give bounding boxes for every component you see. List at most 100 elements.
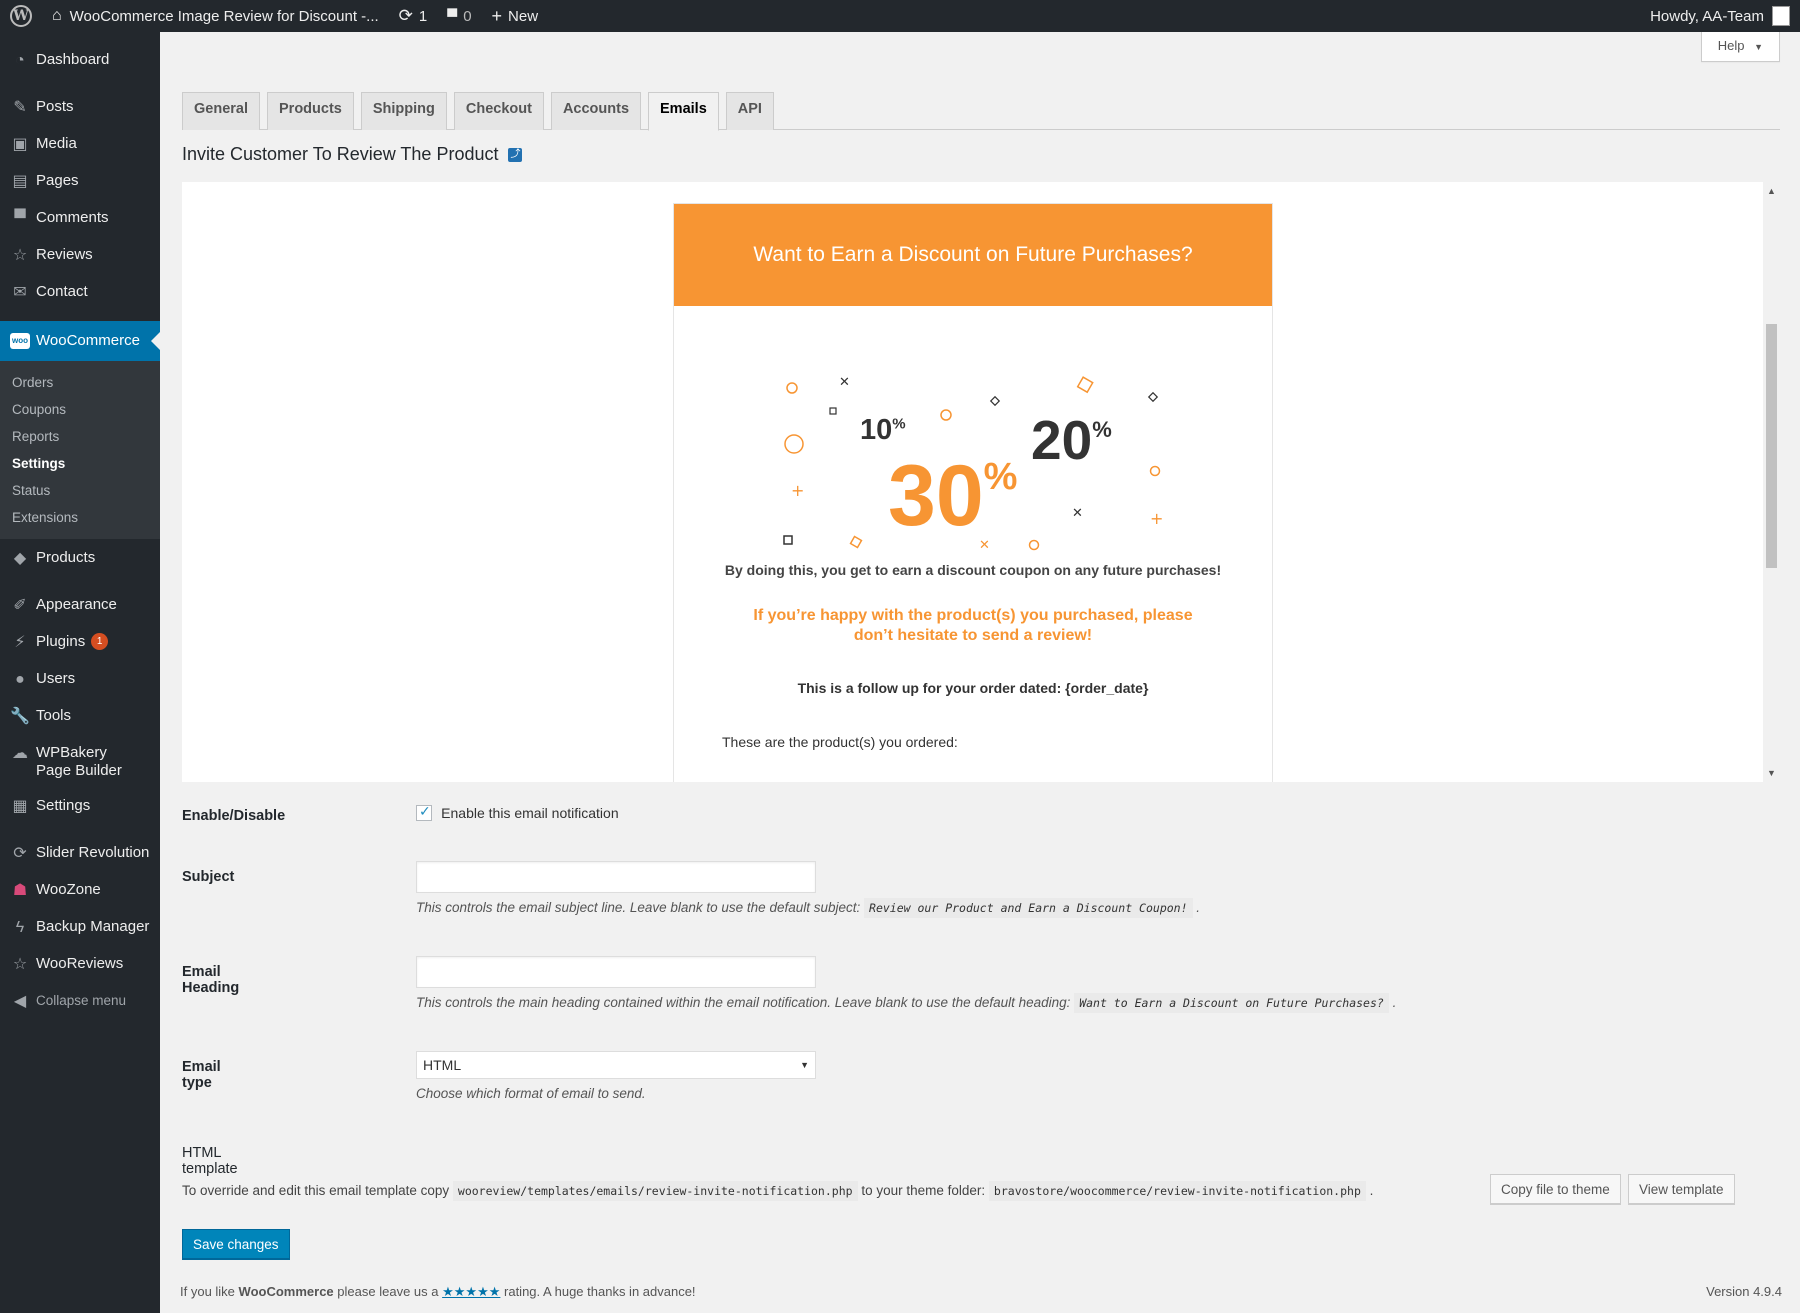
rating-stars-link[interactable]: ★★★★★ (442, 1284, 500, 1299)
menu-users[interactable]: ● Users (0, 661, 160, 698)
comments-link[interactable]: ▀ 0 (437, 0, 481, 32)
woocommerce-submenu: Orders Coupons Reports Settings Status E… (0, 361, 160, 539)
refresh-icon: ⟳ (13, 845, 27, 862)
menu-pages[interactable]: ▤ Pages (0, 163, 160, 200)
updates-link[interactable]: ⟳ 1 (389, 0, 438, 32)
wp-logo-button[interactable]: W (0, 0, 42, 32)
plug-icon: ⚡ (14, 634, 26, 651)
footer-brand: WooCommerce (238, 1284, 334, 1299)
brush-icon: ✐ (13, 597, 27, 614)
back-to-list-icon[interactable]: ⤴ (508, 147, 523, 162)
submenu-coupons[interactable]: Coupons (0, 396, 160, 423)
menu-contact[interactable]: ✉ Contact (0, 274, 160, 311)
settings-tabs: General Products Shipping Checkout Accou… (182, 92, 1780, 131)
view-template-button[interactable]: View template (1628, 1174, 1735, 1204)
heading-label: Email Heading (182, 964, 240, 996)
new-content-link[interactable]: + New (482, 0, 549, 32)
submenu-orders[interactable]: Orders (0, 369, 160, 396)
menu-label: Media (36, 135, 77, 152)
save-changes-button[interactable]: Save changes (182, 1229, 290, 1259)
enable-checkbox[interactable] (416, 803, 432, 822)
heading-desc-text: This controls the main heading contained… (416, 995, 1071, 1010)
svg-text:✕: ✕ (839, 375, 850, 390)
tab-accounts[interactable]: Accounts (550, 92, 642, 130)
svg-text:+: + (1150, 509, 1163, 528)
menu-wpbakery[interactable]: ☁ WPBakery Page Builder (0, 735, 160, 788)
discount-30: 30% (888, 434, 1017, 539)
collapse-menu[interactable]: ◀ Collapse menu (0, 983, 160, 1020)
email-preview-frame[interactable]: Want to Earn a Discount on Future Purcha… (182, 182, 1780, 782)
pages-icon: ▤ (12, 173, 28, 190)
menu-posts[interactable]: ✎ Posts (0, 89, 160, 126)
section-title-text: Invite Customer To Review The Product (182, 144, 499, 164)
template-override-text: To override and edit this email template… (182, 1181, 1373, 1201)
updates-count: 1 (418, 7, 428, 25)
menu-label: Posts (36, 98, 74, 115)
email-type-label: Email type (182, 1059, 221, 1091)
menu-comments[interactable]: ▀ Comments (0, 200, 160, 237)
triangle-down-icon: ▼ (1754, 42, 1763, 52)
scroll-down-icon[interactable]: ▼ (1767, 768, 1776, 778)
pct-30-value: 30 (888, 448, 984, 544)
menu-dashboard[interactable]: ◔ Dashboard (0, 42, 160, 79)
email-type-description: Choose which format of email to send. (416, 1086, 646, 1101)
tab-emails[interactable]: Emails (648, 92, 719, 131)
menu-products[interactable]: ◆ Products (0, 539, 160, 577)
help-tab-button[interactable]: Help ▼ (1700, 32, 1780, 62)
menu-tools[interactable]: 🔧 Tools (0, 698, 160, 735)
scrollbar-thumb[interactable] (1766, 324, 1777, 568)
email-followup-text: This is a follow up for your order dated… (797, 680, 1149, 696)
menu-plugins[interactable]: ⚡ Plugins 1 (0, 624, 160, 661)
menu-label: Contact (36, 283, 88, 300)
svg-text:+: + (791, 481, 804, 500)
menu-settings[interactable]: ▦ Settings (0, 788, 160, 825)
pin-icon: ✎ (13, 99, 27, 116)
envelope-icon: ✉ (13, 284, 27, 301)
subject-description: This controls the email subject line. Le… (416, 898, 1200, 918)
heading-description: This controls the main heading contained… (416, 993, 1396, 1013)
scroll-up-icon[interactable]: ▲ (1767, 186, 1776, 196)
woo-icon: woo (10, 333, 30, 349)
user-icon: ● (15, 671, 25, 688)
admin-sidebar: ◔ Dashboard ✎ Posts ▣ Media ▤ Pages ▀ Co… (0, 32, 160, 1313)
menu-woozone[interactable]: ☗ WooZone (0, 872, 160, 909)
tab-api[interactable]: API (725, 92, 774, 130)
menu-label: WooCommerce (36, 332, 140, 349)
my-account-link[interactable]: Howdy, AA-Team (1640, 0, 1800, 32)
site-name-link[interactable]: ⌂ WooCommerce Image Review for Discount … (42, 0, 389, 32)
menu-reviews[interactable]: ☆ Reviews (0, 237, 160, 274)
subject-input[interactable] (416, 861, 816, 893)
submenu-settings[interactable]: Settings (0, 450, 160, 477)
menu-slider-revolution[interactable]: ⟳ Slider Revolution (0, 835, 160, 872)
wordpress-icon: W (10, 5, 32, 27)
avatar (1772, 6, 1790, 26)
refresh-icon: ⟳ (398, 6, 413, 25)
submenu-reports[interactable]: Reports (0, 423, 160, 450)
main-content: Help ▼ General Products Shipping Checkou… (160, 32, 1800, 1313)
tab-shipping[interactable]: Shipping (360, 92, 447, 130)
submenu-extensions[interactable]: Extensions (0, 504, 160, 531)
tab-checkout[interactable]: Checkout (453, 92, 544, 130)
menu-media[interactable]: ▣ Media (0, 126, 160, 163)
email-template-preview: Want to Earn a Discount on Future Purcha… (673, 203, 1273, 782)
template-text-mid: to your theme folder: (861, 1183, 986, 1198)
copy-file-to-theme-button[interactable]: Copy file to theme (1490, 1174, 1621, 1204)
tab-general[interactable]: General (182, 92, 260, 130)
footer-text-before: If you like (180, 1284, 235, 1299)
tab-products[interactable]: Products (267, 92, 354, 130)
enable-label: Enable/Disable (182, 808, 286, 824)
menu-backup-manager[interactable]: ϟ Backup Manager (0, 909, 160, 946)
menu-wooreviews[interactable]: ☆ WooReviews (0, 946, 160, 983)
submenu-status[interactable]: Status (0, 477, 160, 504)
admin-bar: W ⌂ WooCommerce Image Review for Discoun… (0, 0, 1800, 32)
site-title: WooCommerce Image Review for Discount -.… (69, 7, 379, 25)
menu-appearance[interactable]: ✐ Appearance (0, 587, 160, 624)
pct-sign: % (1092, 417, 1112, 442)
box-icon: ◆ (13, 550, 27, 567)
footer-text-after: rating. A huge thanks in advance! (504, 1284, 696, 1299)
preview-scrollbar[interactable]: ▲ ▼ (1763, 182, 1780, 782)
email-type-select[interactable]: HTML ▼ (416, 1051, 816, 1079)
menu-woocommerce[interactable]: woo WooCommerce (0, 321, 160, 361)
email-heading-input[interactable] (416, 956, 816, 988)
enable-checkbox-label[interactable]: Enable this email notification (441, 805, 618, 821)
